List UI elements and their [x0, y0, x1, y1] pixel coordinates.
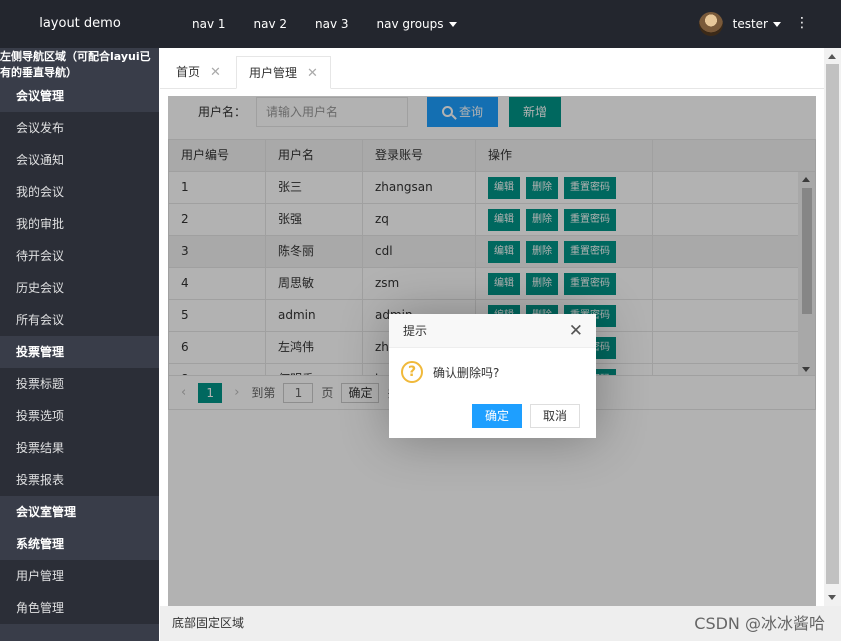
sidebar-item-vote-title[interactable]: 投票标题	[0, 368, 159, 400]
cancel-button[interactable]: 取消	[529, 404, 580, 428]
sidebar-group-room[interactable]: 会议室管理	[0, 496, 159, 528]
sidebar-group-meeting[interactable]: 会议管理	[0, 80, 159, 112]
nav-groups[interactable]: nav groups	[363, 0, 471, 48]
nav-item-3[interactable]: nav 3	[301, 0, 363, 48]
scroll-thumb[interactable]	[826, 64, 839, 584]
watermark: CSDN @冰冰酱哈	[694, 614, 825, 633]
dialog-message: 确认删除吗?	[433, 365, 500, 380]
nav-item-2[interactable]: nav 2	[240, 0, 302, 48]
more-icon[interactable]: ⋮	[795, 0, 809, 46]
nav-groups-label: nav groups	[376, 17, 444, 31]
footer-text: 底部固定区域	[172, 616, 245, 630]
footer: 底部固定区域 CSDN @冰冰酱哈	[160, 606, 841, 641]
tab-user-management[interactable]: 用户管理 ✕	[236, 56, 331, 89]
tab-home[interactable]: 首页 ✕	[164, 56, 233, 89]
dialog-buttons: 确定 取消	[464, 404, 580, 428]
sidebar-item-my-meeting[interactable]: 我的会议	[0, 176, 159, 208]
dialog-title: 提示	[403, 324, 428, 338]
user-name: tester	[732, 17, 768, 31]
close-icon[interactable]: ✕	[569, 314, 583, 348]
top-nav: nav 1 nav 2 nav 3 nav groups	[178, 0, 471, 48]
sidebar-item-all[interactable]: 所有会议	[0, 304, 159, 336]
sidebar-item-vote-report[interactable]: 投票报表	[0, 464, 159, 496]
logo: layout demo	[0, 0, 160, 48]
top-header: layout demo nav 1 nav 2 nav 3 nav groups…	[0, 0, 841, 48]
sidebar-item-my-approval[interactable]: 我的审批	[0, 208, 159, 240]
sidebar-item-vote-result[interactable]: 投票结果	[0, 432, 159, 464]
sidebar-item-history[interactable]: 历史会议	[0, 272, 159, 304]
question-icon: ?	[401, 361, 423, 383]
caret-down-icon	[773, 21, 781, 27]
scroll-up-icon[interactable]	[828, 54, 836, 59]
tab-bar: 首页 ✕ 用户管理 ✕	[160, 48, 826, 89]
sidebar-group-system[interactable]: 系统管理	[0, 528, 159, 560]
confirm-button[interactable]: 确定	[471, 404, 522, 428]
sidebar-item-notice[interactable]: 会议通知	[0, 144, 159, 176]
sidebar-item-pending[interactable]: 待开会议	[0, 240, 159, 272]
avatar	[698, 12, 723, 36]
user-menu[interactable]: tester	[698, 0, 781, 48]
sidebar-item-vote-option[interactable]: 投票选项	[0, 400, 159, 432]
close-icon[interactable]: ✕	[307, 66, 318, 81]
close-icon[interactable]: ✕	[210, 65, 221, 80]
dialog-title-bar: 提示 ✕	[389, 314, 596, 348]
scroll-down-icon[interactable]	[828, 595, 836, 600]
sidebar-item-publish[interactable]: 会议发布	[0, 112, 159, 144]
sidebar-note: 左侧导航区域（可配合layui已有的垂直导航）	[0, 48, 159, 80]
tab-home-label: 首页	[176, 65, 201, 79]
sidebar: 左侧导航区域（可配合layui已有的垂直导航） 会议管理 会议发布 会议通知 我…	[0, 48, 159, 641]
dialog-body: ? 确认删除吗?	[389, 348, 596, 396]
sidebar-item-roles[interactable]: 角色管理	[0, 592, 159, 624]
confirm-dialog: 提示 ✕ ? 确认删除吗? 确定 取消	[389, 314, 596, 438]
sidebar-group-vote[interactable]: 投票管理	[0, 336, 159, 368]
page-scrollbar[interactable]	[824, 48, 841, 606]
sidebar-item-users[interactable]: 用户管理	[0, 560, 159, 592]
caret-down-icon	[448, 22, 457, 27]
tab-user-label: 用户管理	[249, 66, 298, 80]
nav-item-1[interactable]: nav 1	[178, 0, 240, 48]
